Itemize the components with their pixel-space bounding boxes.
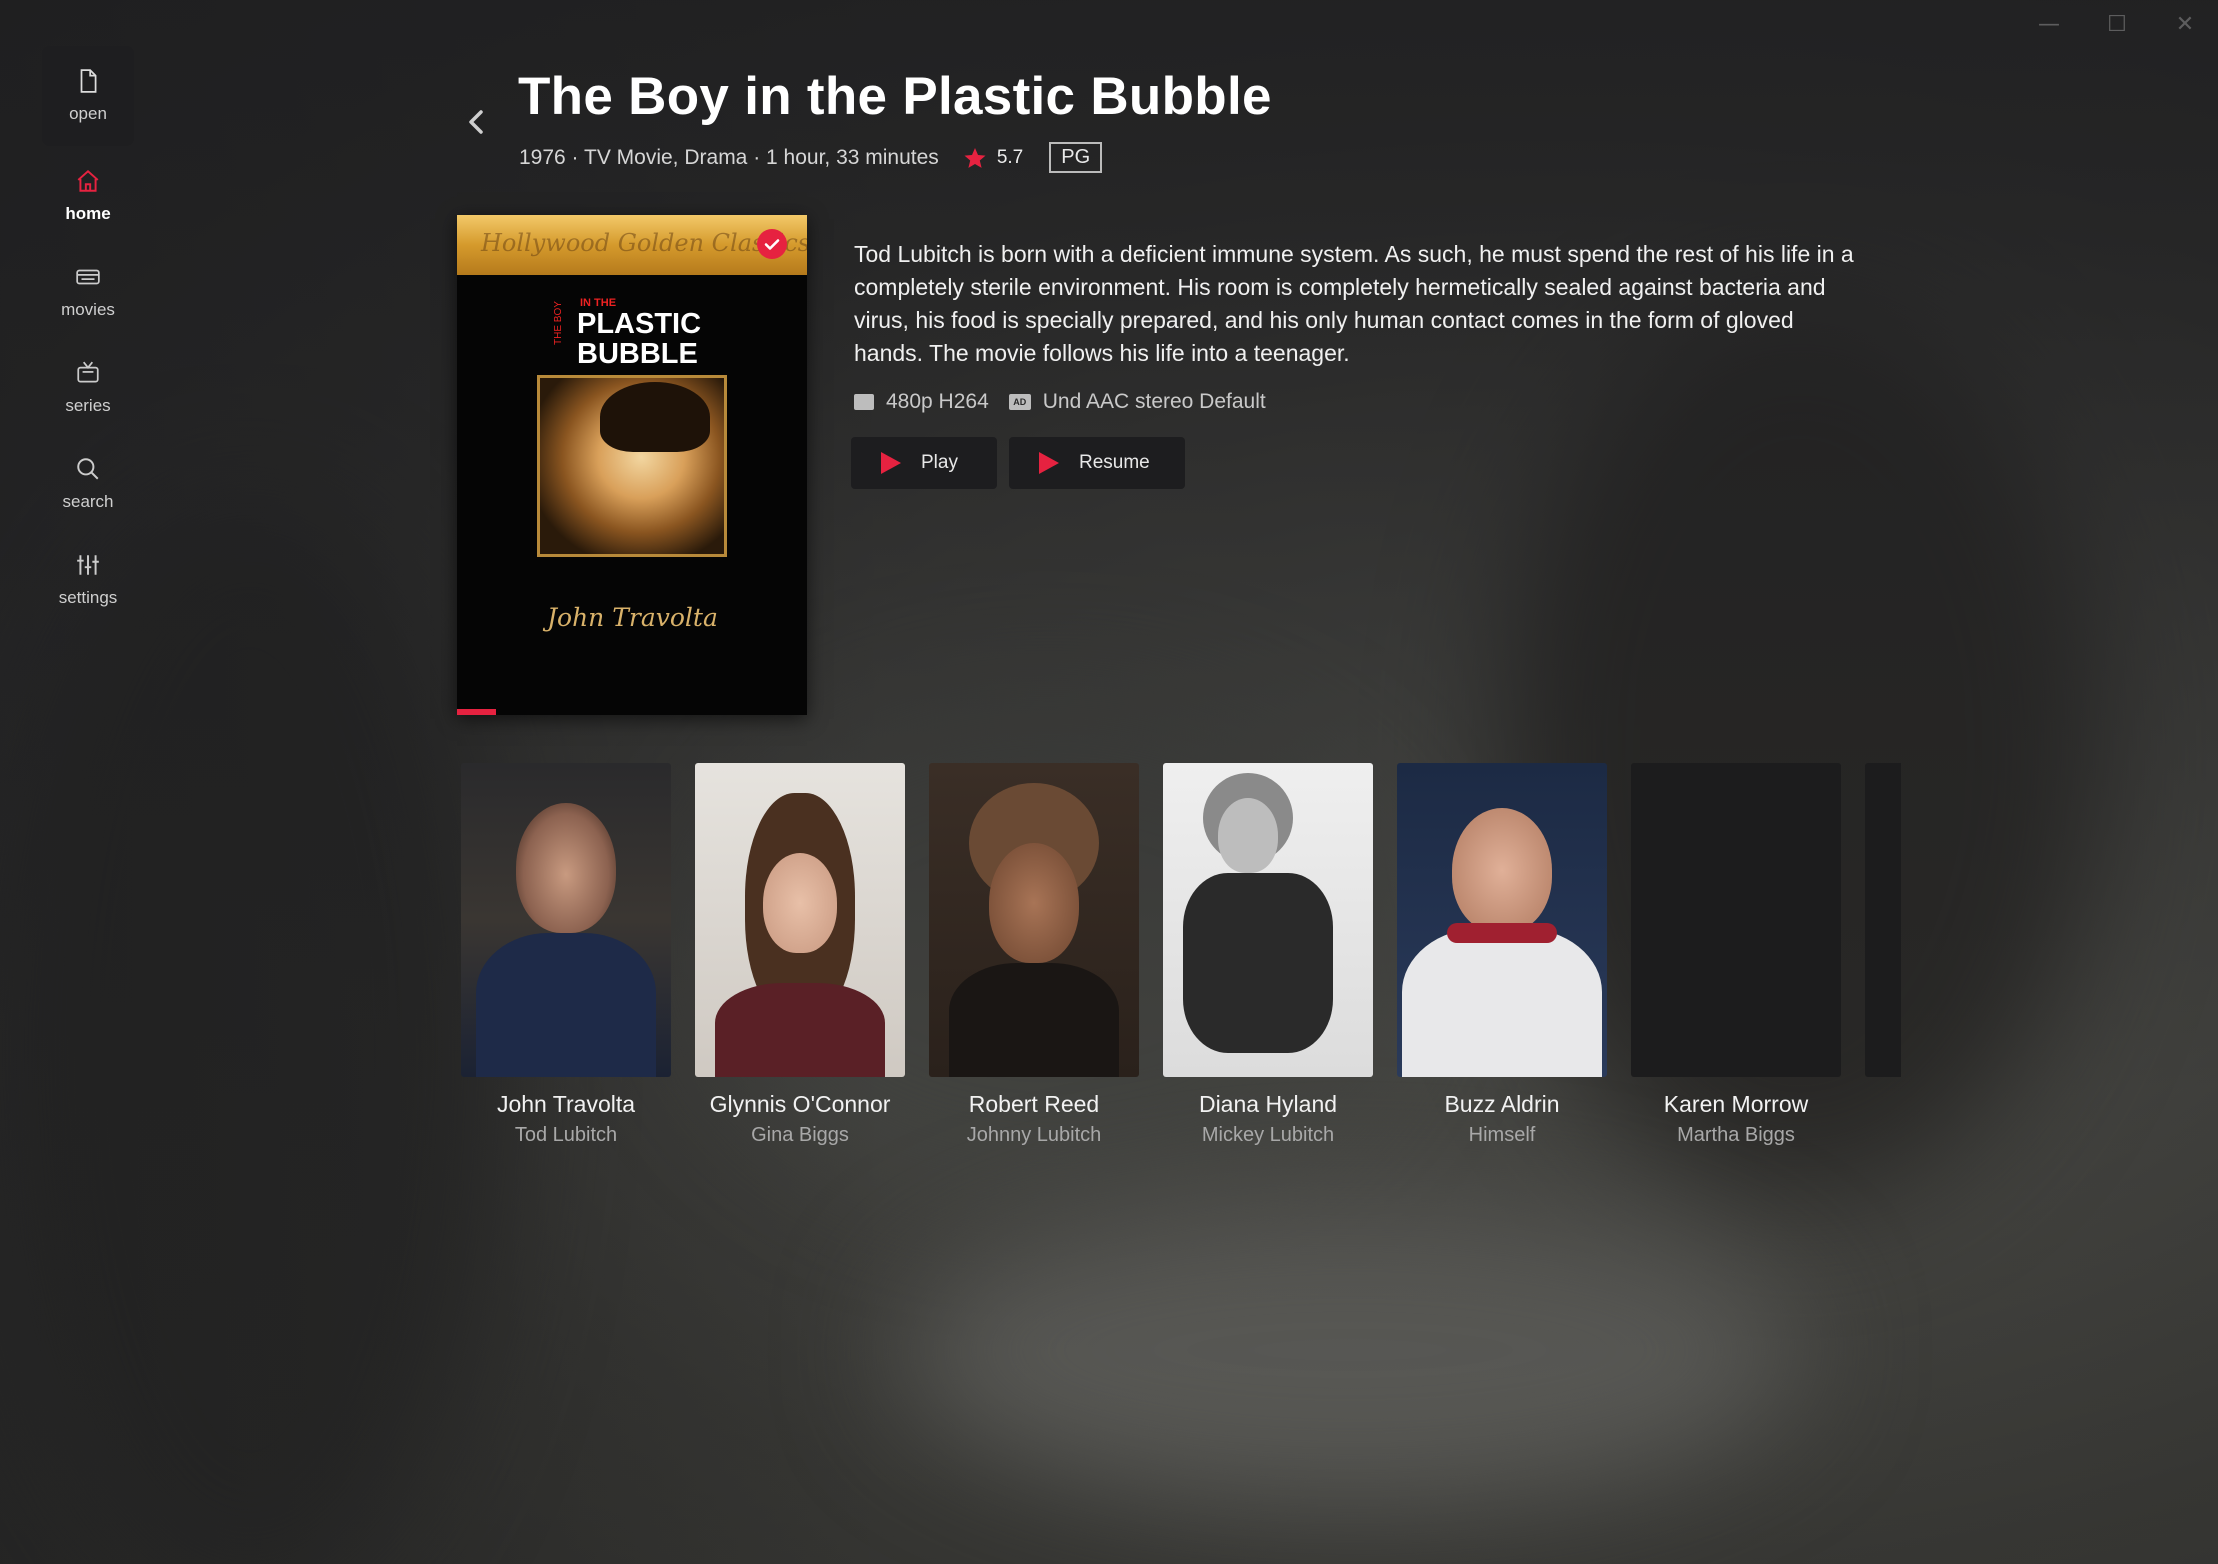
close-icon[interactable]: ✕ [2170,10,2200,40]
cast-row: John Travolta Tod Lubitch Glynnis O'Conn… [461,763,1901,1163]
cast-photo [461,763,671,1077]
window-controls: — ☐ ✕ [2034,10,2200,40]
poster-title: IN THE PLASTIC BUBBLE [577,297,701,369]
cast-photo-placeholder [1865,763,1901,1077]
play-button-label: Play [921,452,958,473]
sidebar-item-label: home [65,204,111,223]
cast-photo [1397,763,1607,1077]
cast-photo [929,763,1139,1077]
video-stream: 480p H264 [886,390,989,413]
search-icon [77,458,99,480]
cast-name: Glynnis O'Connor [709,1091,891,1117]
sidebar-item-label: settings [58,588,118,607]
cast-card[interactable]: Robert Reed Johnny Lubitch [929,763,1139,1147]
cast-card[interactable]: John Travolta Tod Lubitch [461,763,671,1147]
cast-role: Himself [1468,1124,1536,1146]
cast-name: Robert Reed [968,1091,1100,1117]
movie-meta: 1976 · TV Movie, Drama · 1 hour, 33 minu… [519,142,1103,173]
resume-button-label: Resume [1079,452,1150,473]
poster-title-line: BUBBLE [577,338,698,370]
movie-meta-text: 1976 · TV Movie, Drama · 1 hour, 33 minu… [519,145,939,169]
checkmark-icon [764,239,780,250]
cast-name: John Travolta [496,1091,636,1117]
tv-icon [77,361,99,383]
cast-photo [695,763,905,1077]
cast-role: Martha Biggs [1677,1124,1795,1146]
poster-title-vertical: THE BOY [553,301,564,345]
sidebar-item-label: open [69,104,107,123]
cast-card[interactable]: Diana Hyland Mickey Lubitch [1163,763,1373,1147]
sliders-icon [77,555,99,575]
home-icon [77,169,99,192]
play-icon [881,452,901,474]
cast-name: Diana Hyland [1198,1091,1338,1117]
cast-role: Mickey Lubitch [1201,1124,1335,1146]
movie-overview: Tod Lubitch is born with a deficient imm… [854,241,1854,366]
sidebar: open home movies series search settings [42,46,134,626]
cast-name: I [1865,1091,1901,1118]
poster-banner: Hollywood Golden Classics [457,215,807,275]
sidebar-item-home[interactable]: home [42,146,134,246]
poster-title-line: PLASTIC [577,308,702,340]
audio-stream: Und AAC stereo Default [1042,390,1266,413]
cast-photo [1163,763,1373,1077]
cast-role: Johnny Lubitch [966,1124,1102,1146]
sidebar-item-settings[interactable]: settings [42,530,134,630]
rating-value: 5.7 [996,146,1024,168]
watched-check-icon[interactable] [757,229,787,259]
sidebar-item-movies[interactable]: movies [42,242,134,342]
cast-role: Gina Biggs [751,1124,849,1146]
play-icon [1039,452,1059,474]
page-title: The Boy in the Plastic Bubble [518,67,1272,126]
sidebar-item-label: series [65,396,111,415]
play-button[interactable]: Play [851,437,997,489]
sidebar-item-search[interactable]: search [42,434,134,534]
minimize-icon[interactable]: — [2034,10,2064,40]
cast-name: Buzz Aldrin [1444,1091,1560,1117]
poster-signature: John Travolta [547,603,718,632]
cast-role: Tod Lubitch [514,1124,618,1146]
back-arrow-icon[interactable] [466,108,486,136]
cast-card[interactable]: I [1865,763,1901,1124]
resume-button[interactable]: Resume [1009,437,1185,489]
audio-icon: AD [1008,394,1031,410]
certification-badge: PG [1049,142,1103,173]
maximize-icon[interactable]: ☐ [2102,10,2132,40]
poster-portrait [537,375,727,557]
stream-info: 480p H264 AD Und AAC stereo Default [854,390,1266,414]
star-icon [964,147,986,168]
cast-card[interactable]: Glynnis O'Connor Gina Biggs [695,763,905,1147]
file-icon [80,69,97,93]
action-buttons: Play Resume [851,437,1185,489]
movie-poster: Hollywood Golden Classics THE BOY IN THE… [457,215,807,715]
cast-card[interactable]: Karen Morrow Martha Biggs [1631,763,1841,1147]
watch-progress-bar [457,709,496,715]
sidebar-item-series[interactable]: series [42,338,134,438]
sidebar-item-open[interactable]: open [42,46,134,146]
video-icon [854,394,874,410]
cast-card[interactable]: Buzz Aldrin Himself [1397,763,1607,1147]
ticket-icon [76,269,100,285]
sidebar-item-label: search [62,492,114,511]
cast-name: Karen Morrow [1663,1091,1809,1117]
sidebar-item-label: movies [61,300,115,319]
cast-photo-placeholder [1631,763,1841,1077]
